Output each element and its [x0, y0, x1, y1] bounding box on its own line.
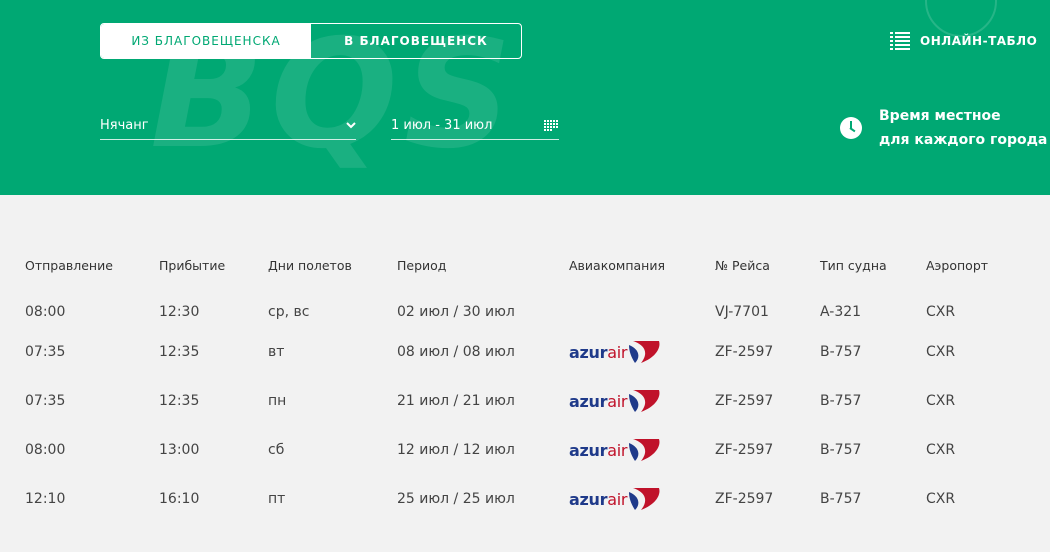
- airport-code: CXR: [926, 442, 956, 458]
- table-header: Отправление Прибытие Дни полетов Период …: [0, 258, 1050, 288]
- aircraft-type: B-757: [820, 344, 862, 360]
- column-header-departure: Отправление: [25, 258, 113, 273]
- flight-number: VJ-7701: [715, 304, 769, 320]
- flight-period: 12 июл / 12 июл: [397, 442, 515, 458]
- date-range-value: 1 июл - 31 июл: [391, 118, 493, 133]
- arrival-time: 12:35: [159, 393, 200, 409]
- departure-time: 12:10: [25, 491, 66, 507]
- flight-days: пт: [268, 491, 286, 507]
- column-header-airport: Аэропорт: [926, 258, 989, 273]
- clock-icon: [840, 117, 862, 139]
- arrival-time: 16:10: [159, 491, 200, 507]
- departure-time: 07:35: [25, 393, 66, 409]
- flight-period: 25 июл / 25 июл: [397, 491, 515, 507]
- column-header-days: Дни полетов: [268, 258, 352, 273]
- online-board-label: ОНЛАЙН-ТАБЛО: [920, 34, 1038, 48]
- city-value: Нячанг: [100, 118, 149, 133]
- azurair-logo: azur air: [569, 388, 661, 414]
- header-banner: BQS ИЗ БЛАГОВЕЩЕНСКА В БЛАГОВЕЩЕНСК ОНЛА…: [0, 0, 1050, 195]
- flight-days: пн: [268, 393, 287, 409]
- azurair-logo: azur air: [569, 339, 661, 365]
- column-header-airline: Авиакомпания: [569, 258, 665, 273]
- flight-period: 08 июл / 08 июл: [397, 344, 515, 360]
- direction-tabs: ИЗ БЛАГОВЕЩЕНСКА В БЛАГОВЕЩЕНСК: [100, 23, 522, 59]
- column-header-arrival: Прибытие: [159, 258, 226, 273]
- flight-number: ZF-2597: [715, 442, 774, 458]
- online-board-link[interactable]: ОНЛАЙН-ТАБЛО: [890, 32, 1037, 50]
- airport-code: CXR: [926, 393, 956, 409]
- tab-to-blagoveshchensk[interactable]: В БЛАГОВЕЩЕНСК: [311, 24, 521, 58]
- departure-time: 08:00: [25, 304, 66, 320]
- date-range-picker[interactable]: 1 июл - 31 июл: [391, 112, 559, 140]
- timezone-line-2: для каждого города: [879, 132, 1048, 148]
- flight-period: 02 июл / 30 июл: [397, 304, 515, 320]
- aircraft-type: A-321: [820, 304, 862, 320]
- chevron-down-icon: [346, 122, 356, 129]
- column-header-aircraft: Тип судна: [820, 258, 887, 273]
- list-icon: [890, 32, 910, 50]
- flight-number: ZF-2597: [715, 393, 774, 409]
- flight-days: вт: [268, 344, 285, 360]
- timezone-line-1: Время местное: [879, 108, 1001, 124]
- arrival-time: 12:30: [159, 304, 200, 320]
- airport-code: CXR: [926, 344, 956, 360]
- arrival-time: 13:00: [159, 442, 200, 458]
- tab-from-blagoveshchensk[interactable]: ИЗ БЛАГОВЕЩЕНСКА: [101, 24, 311, 58]
- flight-number: ZF-2597: [715, 344, 774, 360]
- column-header-flight: № Рейса: [715, 258, 770, 273]
- azurair-logo: azur air: [569, 486, 661, 512]
- arrival-time: 12:35: [159, 344, 200, 360]
- departure-time: 08:00: [25, 442, 66, 458]
- departure-time: 07:35: [25, 344, 66, 360]
- azurair-logo: azur air: [569, 437, 661, 463]
- flight-period: 21 июл / 21 июл: [397, 393, 515, 409]
- local-time-note: Время местное для каждого города: [840, 104, 1047, 152]
- city-select[interactable]: Нячанг: [100, 112, 356, 140]
- flight-days: сб: [268, 442, 285, 458]
- flight-number: ZF-2597: [715, 491, 774, 507]
- airport-code: CXR: [926, 304, 956, 320]
- aircraft-type: B-757: [820, 393, 862, 409]
- flight-days: ср, вс: [268, 304, 310, 320]
- column-header-period: Период: [397, 258, 447, 273]
- aircraft-type: B-757: [820, 442, 862, 458]
- aircraft-type: B-757: [820, 491, 862, 507]
- calendar-icon: [544, 119, 558, 131]
- airport-code: CXR: [926, 491, 956, 507]
